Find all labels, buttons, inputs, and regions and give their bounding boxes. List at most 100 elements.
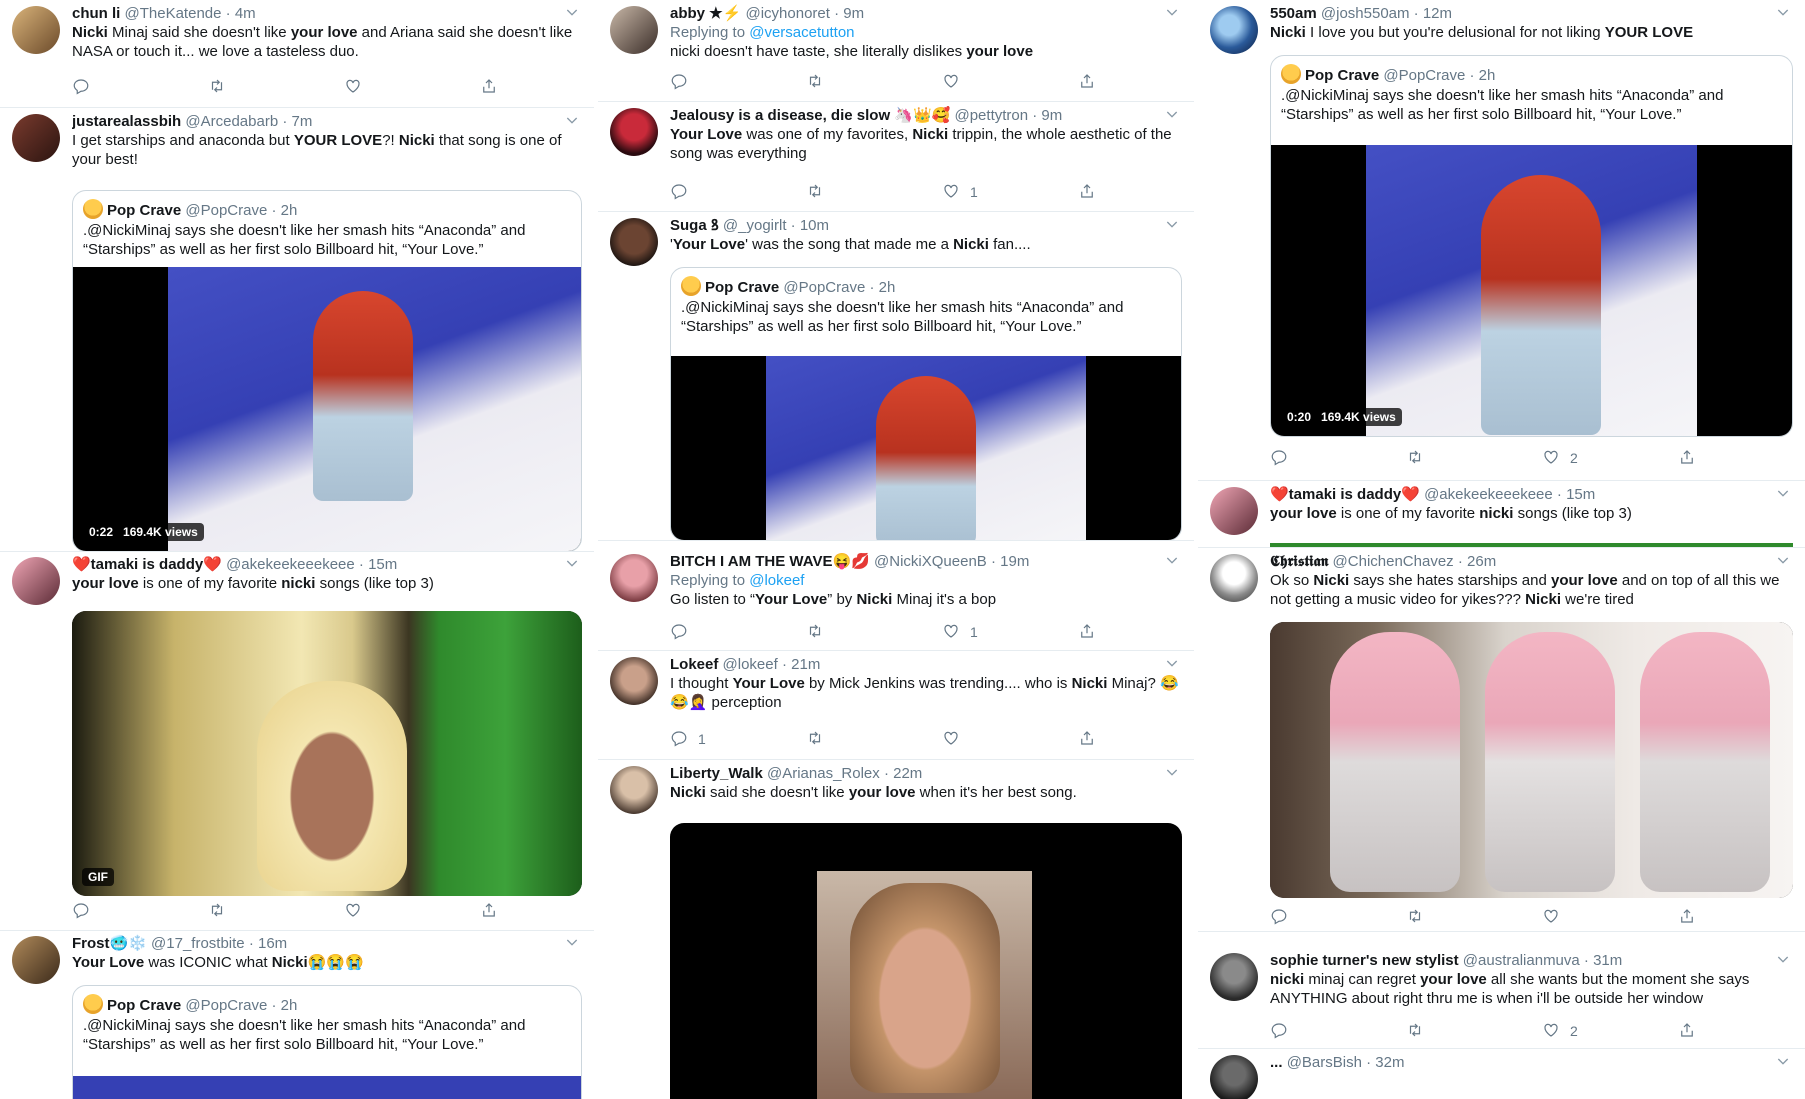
- author-name[interactable]: ❤️tamaki is daddy❤️: [72, 556, 222, 573]
- avatar[interactable]: [12, 114, 60, 162]
- author-name[interactable]: 𝕮𝖍𝖗𝖎𝖘𝖙𝖎𝖆𝖓: [1270, 553, 1328, 570]
- tweet[interactable]: justarealassbih @Arcedabarb · 7m I get s…: [0, 108, 594, 552]
- like-button[interactable]: 2: [1542, 446, 1578, 470]
- author-handle[interactable]: @Arcedabarb: [185, 113, 278, 130]
- share-button[interactable]: [1078, 70, 1096, 94]
- author-handle[interactable]: @_yogirlt: [723, 217, 787, 234]
- avatar[interactable]: [610, 218, 658, 266]
- reply-button[interactable]: [72, 75, 90, 99]
- chevron-down-icon[interactable]: [1775, 485, 1793, 499]
- timestamp[interactable]: 12m: [1423, 5, 1452, 22]
- tweet[interactable]: Frost🥶❄️ @17_frostbite · 16m Your Love w…: [0, 930, 594, 1099]
- chevron-down-icon[interactable]: [1775, 951, 1793, 965]
- timestamp[interactable]: 7m: [292, 113, 313, 130]
- timestamp[interactable]: 9m: [1041, 107, 1062, 124]
- timestamp[interactable]: 10m: [800, 217, 829, 234]
- avatar[interactable]: [610, 657, 658, 705]
- author-name[interactable]: ...: [1270, 1054, 1283, 1071]
- author-handle[interactable]: @TheKatende: [125, 5, 222, 22]
- like-button[interactable]: 2: [1542, 1019, 1578, 1043]
- timestamp[interactable]: 15m: [368, 556, 397, 573]
- author-name[interactable]: Frost🥶❄️: [72, 935, 147, 952]
- share-button[interactable]: [1678, 905, 1696, 929]
- chevron-down-icon[interactable]: [1164, 764, 1182, 778]
- avatar[interactable]: [1210, 6, 1258, 54]
- like-button[interactable]: [942, 727, 960, 751]
- author-name[interactable]: Jealousy is a disease, die slow 🦄👑🥰: [670, 107, 950, 124]
- reply-button[interactable]: [670, 620, 688, 644]
- chevron-down-icon[interactable]: [1775, 1053, 1793, 1067]
- avatar[interactable]: [1210, 953, 1258, 1001]
- timestamp[interactable]: 31m: [1593, 952, 1622, 969]
- author-name[interactable]: chun li: [72, 5, 120, 22]
- retweet-button[interactable]: [806, 180, 824, 204]
- author-handle[interactable]: @NickiXQueenB: [874, 553, 987, 570]
- chevron-down-icon[interactable]: [1164, 552, 1182, 566]
- reply-button[interactable]: 1: [670, 727, 706, 751]
- share-button[interactable]: [1078, 727, 1096, 751]
- share-button[interactable]: [1678, 446, 1696, 470]
- author-name[interactable]: BITCH I AM THE WAVE😝💋: [670, 553, 870, 570]
- share-button[interactable]: [480, 899, 498, 923]
- author-name[interactable]: Lokeef: [670, 656, 718, 673]
- avatar[interactable]: [12, 557, 60, 605]
- reply-button[interactable]: [1270, 1019, 1288, 1043]
- tweet[interactable]: Liberty_Walk @Arianas_Rolex · 22m Nicki …: [598, 760, 1194, 1099]
- author-name[interactable]: justarealassbih: [72, 113, 181, 130]
- avatar[interactable]: [12, 6, 60, 54]
- retweet-button[interactable]: [806, 620, 824, 644]
- author-name[interactable]: Liberty_Walk: [670, 765, 763, 782]
- video-player[interactable]: [670, 823, 1182, 1099]
- avatar[interactable]: [12, 936, 60, 984]
- like-button[interactable]: [344, 899, 362, 923]
- author-handle[interactable]: @icyhonoret: [745, 5, 829, 22]
- author-handle[interactable]: @17_frostbite: [151, 935, 245, 952]
- retweet-button[interactable]: [208, 75, 226, 99]
- video-player[interactable]: [671, 356, 1181, 540]
- avatar[interactable]: [610, 6, 658, 54]
- author-name[interactable]: 550am: [1270, 5, 1317, 22]
- photo-media[interactable]: [1270, 622, 1793, 898]
- chevron-down-icon[interactable]: [564, 4, 582, 18]
- share-button[interactable]: [480, 75, 498, 99]
- reply-target-link[interactable]: @lokeef: [749, 572, 804, 589]
- reply-button[interactable]: [1270, 446, 1288, 470]
- avatar[interactable]: [610, 554, 658, 602]
- author-handle[interactable]: @lokeef: [723, 656, 778, 673]
- reply-target-link[interactable]: @versacetutton: [749, 24, 854, 41]
- author-handle[interactable]: @pettytron: [954, 107, 1028, 124]
- tweet[interactable]: sophie turner's new stylist @australianm…: [1198, 947, 1805, 1049]
- quoted-tweet[interactable]: Pop Crave @PopCrave · 2h .@NickiMinaj sa…: [670, 267, 1182, 540]
- retweet-button[interactable]: [1406, 1019, 1424, 1043]
- timestamp[interactable]: 16m: [258, 935, 287, 952]
- timestamp[interactable]: 22m: [893, 765, 922, 782]
- tweet[interactable]: chun li @TheKatende · 4m Nicki Minaj sai…: [0, 0, 594, 108]
- retweet-button[interactable]: [1406, 446, 1424, 470]
- timestamp[interactable]: 19m: [1000, 553, 1029, 570]
- reply-button[interactable]: [1270, 905, 1288, 929]
- author-name[interactable]: Suga ꝸ: [670, 217, 719, 234]
- like-button[interactable]: [942, 70, 960, 94]
- chevron-down-icon[interactable]: [1164, 216, 1182, 230]
- author-handle[interactable]: @BarsBish: [1287, 1054, 1362, 1071]
- chevron-down-icon[interactable]: [1164, 106, 1182, 120]
- reply-button[interactable]: [72, 899, 90, 923]
- author-name[interactable]: abby ★⚡: [670, 5, 741, 22]
- like-button[interactable]: 1: [942, 620, 978, 644]
- timestamp[interactable]: 15m: [1566, 486, 1595, 503]
- author-handle[interactable]: @Arianas_Rolex: [767, 765, 880, 782]
- timestamp[interactable]: 21m: [791, 656, 820, 673]
- quoted-tweet[interactable]: Pop Crave @PopCrave · 2h .@NickiMinaj sa…: [72, 190, 582, 551]
- avatar[interactable]: [1210, 1055, 1258, 1099]
- tweet[interactable]: 𝕮𝖍𝖗𝖎𝖘𝖙𝖎𝖆𝖓 @ChichenChavez · 26m Ok so Nic…: [1198, 548, 1805, 932]
- author-handle[interactable]: @akekeekeeekeee: [226, 556, 355, 573]
- video-player[interactable]: 0:22 169.4K views: [73, 267, 581, 551]
- quoted-tweet[interactable]: Pop Crave @PopCrave · 2h .@NickiMinaj sa…: [72, 985, 582, 1099]
- chevron-down-icon[interactable]: [1775, 4, 1793, 18]
- tweet[interactable]: ❤️tamaki is daddy❤️ @akekeekeeekeee · 15…: [0, 551, 594, 931]
- tweet[interactable]: abby ★⚡ @icyhonoret · 9m Replying to @ve…: [598, 0, 1194, 102]
- like-button[interactable]: 1: [942, 180, 978, 204]
- author-name[interactable]: sophie turner's new stylist: [1270, 952, 1459, 969]
- reply-button[interactable]: [670, 180, 688, 204]
- share-button[interactable]: [1078, 180, 1096, 204]
